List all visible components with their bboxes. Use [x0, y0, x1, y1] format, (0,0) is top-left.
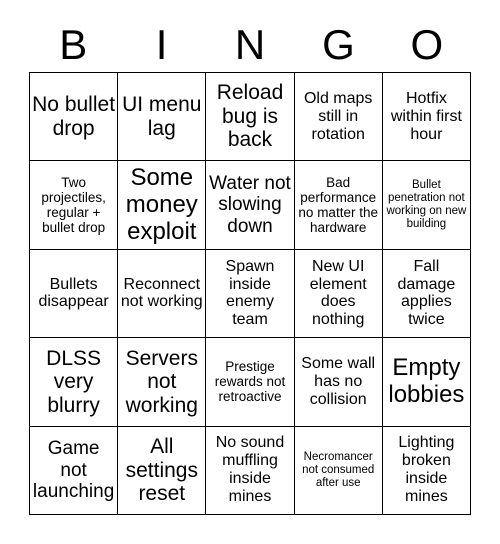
bingo-cell[interactable]: Servers not working — [118, 338, 207, 427]
bingo-cell[interactable]: Some wall has no collision — [294, 338, 383, 427]
bingo-cell[interactable]: No sound muffling inside mines — [206, 426, 295, 515]
bingo-header-letter-o: O — [383, 18, 471, 72]
bingo-cell[interactable]: Prestige rewards not retroactive — [206, 338, 295, 427]
bingo-cell[interactable]: Some money exploit — [118, 161, 207, 250]
bingo-cell-label: Servers not working — [125, 346, 198, 417]
bingo-cell[interactable]: Bullets disappear — [30, 249, 119, 339]
bingo-cell-label: DLSS very blurry — [46, 346, 102, 417]
bingo-cell[interactable]: No bullet drop — [30, 73, 119, 162]
bingo-cell[interactable]: DLSS very blurry — [30, 338, 119, 427]
bingo-header-letter-n: N — [206, 18, 294, 72]
bingo-cell[interactable]: New UI element does nothing — [294, 249, 383, 339]
bingo-header: B I N G O — [29, 18, 471, 72]
bingo-cell-label: Reload bug is back — [216, 81, 284, 152]
bingo-cell[interactable]: All settings reset — [118, 426, 207, 515]
bingo-cell-label: New UI element does nothing — [309, 257, 367, 329]
bingo-cell-label: Two projectiles, regular + bullet drop — [41, 174, 106, 236]
bingo-header-letter-b: B — [29, 18, 117, 72]
bingo-header-letter-g: G — [294, 18, 382, 72]
bingo-header-letter-text: G — [322, 21, 355, 68]
bingo-cell-label: No sound muffling inside mines — [215, 434, 285, 506]
bingo-cell[interactable]: Reconnect not working — [118, 249, 207, 339]
bingo-cell[interactable]: Empty lobbies — [382, 338, 471, 427]
bingo-cell-label: Old maps still in rotation — [303, 89, 373, 143]
bingo-cell-label: All settings reset — [125, 435, 198, 506]
bingo-cell[interactable]: Necromancer not consumed after use — [294, 426, 383, 515]
bingo-header-letter-text: O — [410, 21, 444, 68]
bingo-cell-label: Reconnect not working — [120, 275, 203, 311]
bingo-cell-label: Prestige rewards not retroactive — [214, 359, 286, 405]
bingo-cell[interactable]: Bullet penetration not working on new bu… — [382, 161, 471, 250]
bingo-cell-label: Some money exploit — [125, 163, 198, 245]
bingo-header-letter-text: I — [155, 21, 168, 68]
bingo-cell[interactable]: Spawn inside enemy team — [206, 249, 295, 339]
bingo-cell-label: Game not launching — [32, 438, 115, 502]
bingo-cell-label: Water not slowing down — [209, 173, 291, 237]
bingo-cell-label: Bad performance no matter the hardware — [298, 174, 378, 236]
bingo-cell-label: Necromancer not consumed after use — [302, 450, 375, 489]
bingo-cell[interactable]: Bad performance no matter the hardware — [294, 161, 383, 250]
bingo-header-letter-i: I — [117, 18, 205, 72]
bingo-cell[interactable]: Old maps still in rotation — [294, 73, 383, 162]
bingo-cell-label: Some wall has no collision — [301, 355, 376, 408]
bingo-cell[interactable]: Reload bug is back — [206, 73, 295, 162]
bingo-cell[interactable]: Water not slowing down — [206, 161, 295, 250]
bingo-cell[interactable]: Two projectiles, regular + bullet drop — [30, 161, 119, 250]
bingo-cell[interactable]: Game not launching — [30, 426, 119, 515]
bingo-cell[interactable]: Lighting broken inside mines — [382, 426, 471, 515]
bingo-cell-label: Bullet penetration not working on new bu… — [386, 179, 467, 230]
bingo-header-letter-text: B — [59, 21, 88, 68]
bingo-cell[interactable]: Fall damage applies twice — [382, 249, 471, 339]
bingo-cell-label: Lighting broken inside mines — [398, 434, 455, 506]
bingo-cell-label: Spawn inside enemy team — [225, 257, 275, 329]
bingo-cell-label: Hotfix within first hour — [390, 89, 462, 143]
bingo-cell-label: Bullets disappear — [38, 275, 109, 311]
bingo-header-letter-text: N — [234, 21, 266, 68]
bingo-cell-label: Empty lobbies — [388, 354, 465, 408]
bingo-cell-label: UI menu lag — [122, 93, 202, 140]
bingo-card: B I N G O No bullet drop UI menu lag Reloa… — [0, 0, 500, 544]
bingo-cell[interactable]: UI menu lag — [118, 73, 207, 162]
bingo-cell-label: Fall damage applies twice — [397, 257, 456, 329]
bingo-cell-label: No bullet drop — [32, 93, 116, 140]
bingo-grid: No bullet drop UI menu lag Reload bug is b… — [29, 72, 471, 515]
bingo-cell[interactable]: Hotfix within first hour — [382, 73, 471, 162]
